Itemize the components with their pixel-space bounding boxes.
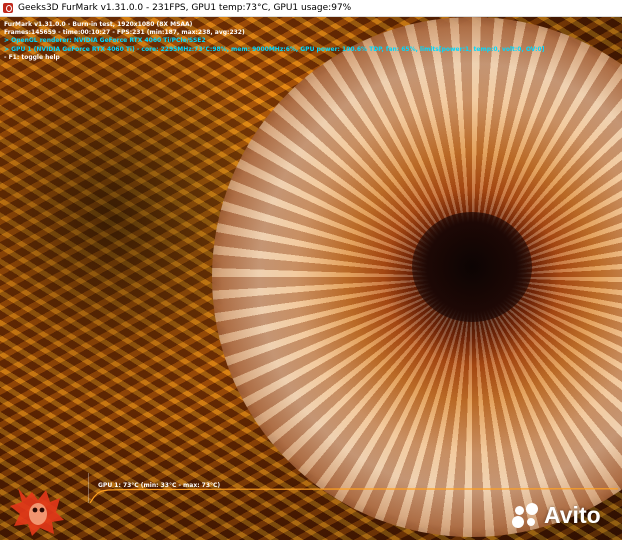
overlay-line-version: FurMark v1.31.0.0 - Burn-in test, 1920x1… [4,21,193,28]
overlay-line-frames: Frames:145659 - time:00:10:27 - FPS:231 … [4,29,245,37]
furmark-app-icon[interactable] [3,3,13,13]
gpu-temp-graph-label: GPU 1: 73°C (min: 33°C - max: 73°C) [98,482,221,489]
window-title: Geeks3D FurMark v1.31.0.0 - 231FPS, GPU1… [18,3,352,13]
avito-brand-text: Avito [544,502,601,528]
furmark-furball-logo [10,488,64,536]
avito-watermark: Avito [512,502,601,529]
gpu-temp-graph-line [89,488,618,503]
benchmark-info-overlay: FurMark v1.31.0.0 - Burn-in test, 1920x1… [4,21,544,62]
overlay-line-gpu-stats: > GPU 1 (NVIDIA GeForce RTX 4060 Ti) - c… [4,45,545,53]
render-viewport [0,17,622,540]
overlay-line-renderer: > OpenGL renderer: NVIDIA GeForce RTX 40… [4,37,206,45]
fur-donut-core [412,212,532,322]
title-bar[interactable]: Geeks3D FurMark v1.31.0.0 - 231FPS, GPU1… [0,0,622,17]
overlay-line-help: - F1: toggle help [4,53,60,61]
avito-logo-icon [512,502,540,529]
